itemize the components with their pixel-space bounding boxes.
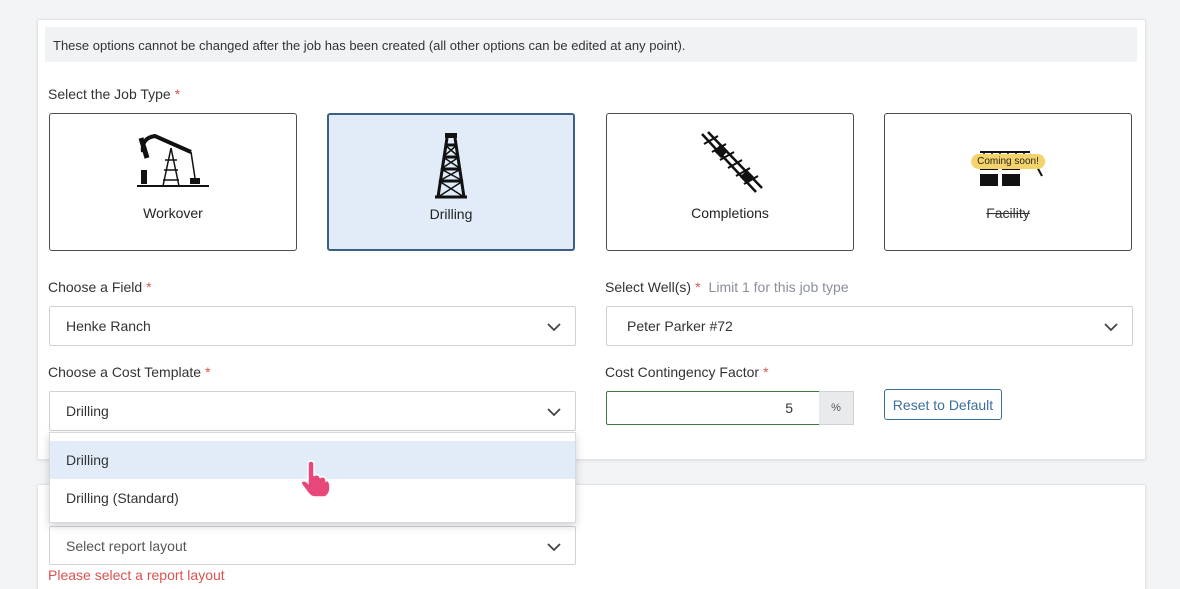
field-value: Henke Ranch (66, 318, 151, 334)
job-type-label-drilling: Drilling (429, 206, 473, 222)
wells-label: Select Well(s) * Limit 1 for this job type (605, 279, 849, 295)
completions-icon (701, 131, 763, 193)
job-type-label: Select the Job Type * (48, 86, 181, 102)
coming-soon-badge: Coming soon! (971, 154, 1045, 169)
pumpjack-icon (137, 133, 209, 187)
job-type-workover[interactable]: Workover (49, 113, 297, 251)
report-layout-error: Please select a report layout (48, 567, 225, 583)
reset-to-default-button[interactable]: Reset to Default (884, 389, 1002, 420)
chevron-down-icon (547, 323, 561, 332)
field-label: Choose a Field * (48, 279, 152, 295)
wells-value: Peter Parker #72 (627, 318, 733, 334)
field-select[interactable]: Henke Ranch (49, 306, 576, 346)
notice-banner: These options cannot be changed after th… (45, 27, 1137, 62)
job-type-label-workover: Workover (143, 205, 203, 221)
chevron-down-icon (547, 408, 561, 417)
contingency-input[interactable]: 5 (606, 391, 820, 425)
percent-addon: % (819, 391, 854, 425)
job-type-label-facility: Facility (986, 205, 1030, 221)
job-type-label-completions: Completions (691, 205, 769, 221)
job-type-drilling[interactable]: Drilling (327, 113, 575, 251)
chevron-down-icon (1104, 323, 1118, 332)
cost-template-label: Choose a Cost Template * (48, 364, 211, 380)
cost-template-value: Drilling (66, 403, 109, 419)
cost-template-select[interactable]: Drilling (49, 391, 576, 431)
report-layout-select[interactable]: Select report layout (49, 526, 576, 565)
job-type-completions[interactable]: Completions (606, 113, 854, 251)
pointer-hand-icon (300, 460, 331, 498)
report-layout-placeholder: Select report layout (66, 537, 187, 554)
chevron-down-icon (547, 543, 561, 552)
wells-select[interactable]: Peter Parker #72 (606, 306, 1133, 346)
job-type-facility[interactable]: Coming soon! Facility (884, 113, 1132, 251)
contingency-label: Cost Contingency Factor * (605, 364, 769, 380)
drilling-rig-icon (435, 133, 467, 199)
